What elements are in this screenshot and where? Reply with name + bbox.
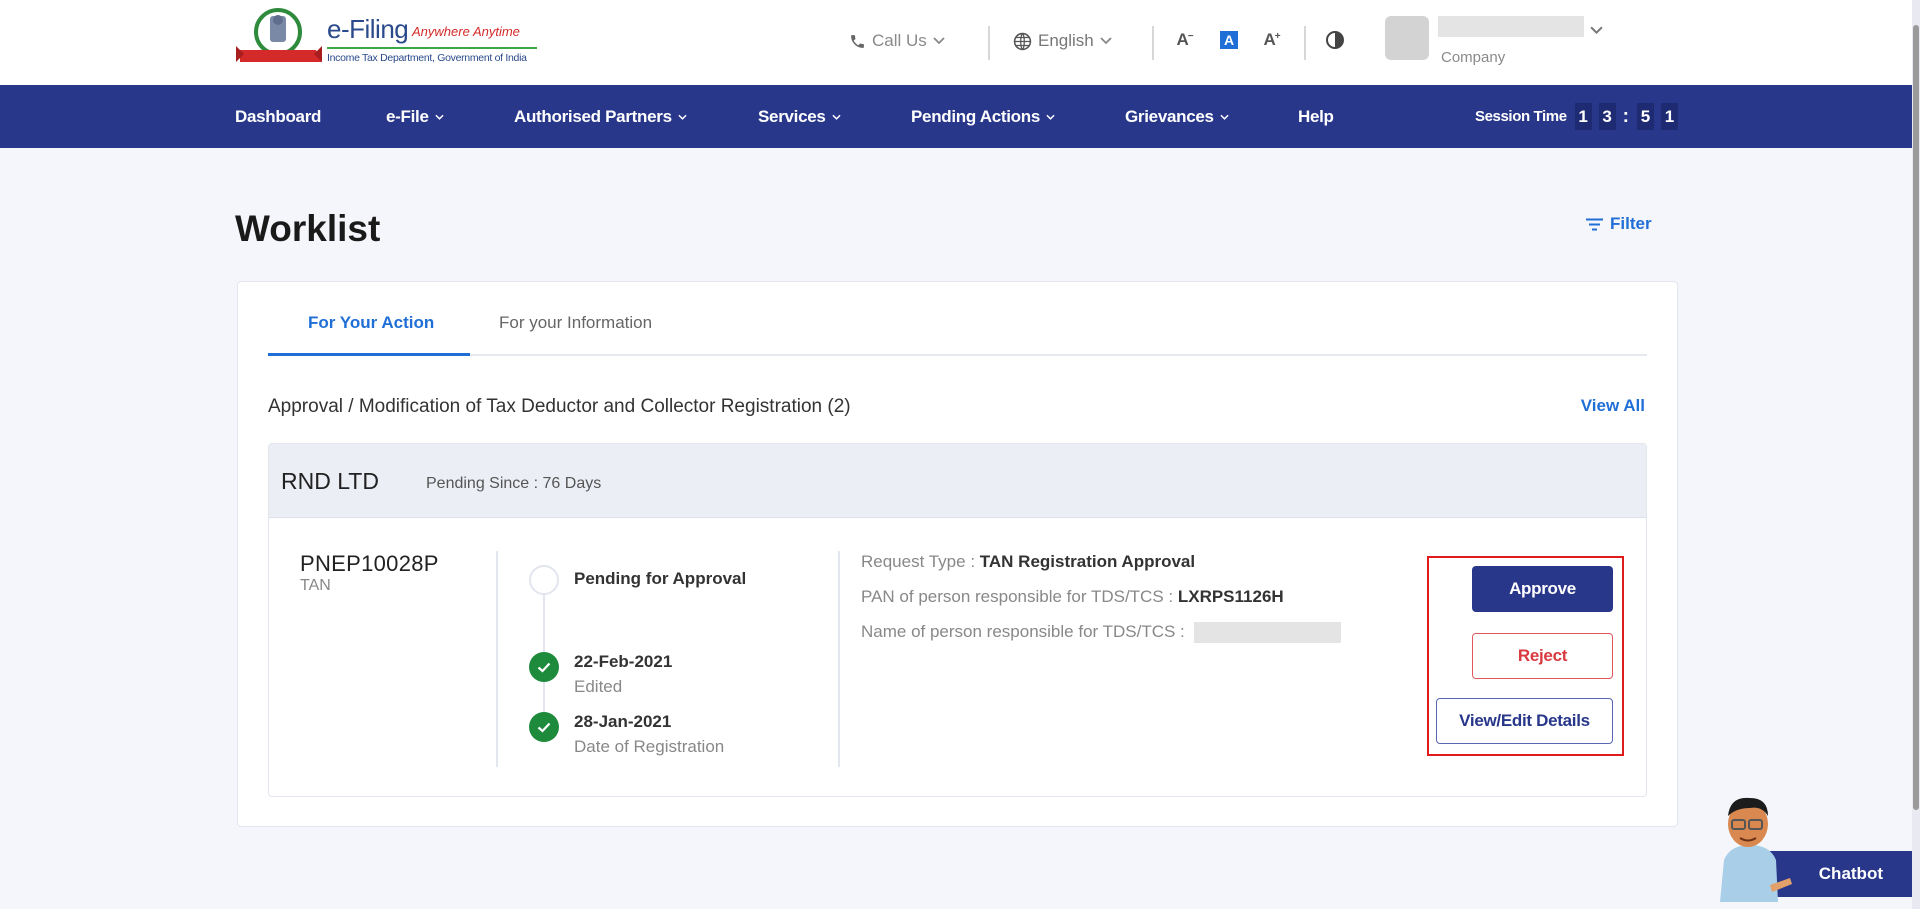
active-tab-indicator	[268, 353, 470, 356]
chevron-down-icon	[1220, 114, 1229, 120]
logo-subtitle: Income Tax Department, Government of Ind…	[327, 52, 527, 64]
contrast-icon[interactable]	[1325, 30, 1345, 50]
responsible-name-row: Name of person responsible for TDS/TCS :	[861, 622, 1341, 644]
tan-label: TAN	[300, 577, 331, 594]
entity-name: RND LTD	[281, 468, 379, 494]
increase-font-button[interactable]: A +	[1261, 29, 1283, 51]
nav-label: Authorised Partners	[514, 106, 672, 126]
view-all-link[interactable]: View All	[1581, 396, 1645, 416]
responsible-name-label: Name of person responsible for TDS/TCS :	[861, 622, 1190, 641]
logo-title: e-Filing	[327, 14, 409, 44]
header-divider	[988, 26, 990, 60]
tab-for-your-action[interactable]: For Your Action	[308, 313, 434, 333]
default-font-button[interactable]: A	[1220, 31, 1238, 49]
chevron-down-icon	[831, 114, 841, 120]
user-role: Company	[1441, 49, 1506, 66]
language-dropdown[interactable]: English	[1013, 28, 1112, 54]
check-circle-icon	[529, 712, 559, 742]
reject-button[interactable]: Reject	[1472, 633, 1613, 679]
header-divider	[1304, 26, 1306, 60]
nav-label: Pending Actions	[911, 106, 1040, 126]
nav-help[interactable]: Help	[1298, 85, 1334, 148]
nav-authorised-partners[interactable]: Authorised Partners	[514, 85, 687, 148]
filter-button[interactable]: Filter	[1586, 214, 1652, 234]
main-nav: Dashboard e-File Authorised Partners Ser…	[0, 85, 1912, 148]
font-default-label: A	[1223, 32, 1235, 48]
nav-label: Services	[758, 106, 826, 126]
globe-icon	[1013, 32, 1032, 51]
timeline-step-title: 22-Feb-2021	[574, 652, 673, 671]
efiling-logo[interactable]: e-Filing Anywhere Anytime Income Tax Dep…	[236, 6, 537, 68]
tab-for-your-information[interactable]: For your Information	[499, 313, 652, 333]
pan-label: PAN of person responsible for TDS/TCS :	[861, 587, 1178, 606]
nav-e-file[interactable]: e-File	[386, 85, 444, 148]
nav-label: e-File	[386, 106, 429, 126]
chatbot-avatar-icon[interactable]	[1710, 790, 1800, 902]
chatbot-label: Chatbot	[1818, 864, 1883, 883]
session-digit: 5	[1636, 103, 1654, 130]
nav-services[interactable]: Services	[758, 85, 841, 148]
chevron-down-icon	[1046, 114, 1055, 120]
chevron-down-icon	[678, 114, 687, 120]
column-divider	[838, 551, 840, 767]
nav-label: Grievances	[1125, 106, 1214, 126]
call-us-label: Call Us	[872, 31, 927, 50]
header-divider	[1152, 26, 1154, 60]
view-edit-details-button[interactable]: View/Edit Details	[1436, 698, 1613, 744]
timeline-step-title: 28-Jan-2021	[574, 712, 672, 731]
nav-grievances[interactable]: Grievances	[1125, 85, 1229, 148]
logo-divider	[327, 47, 537, 49]
language-label: English	[1038, 31, 1094, 50]
pending-since: Pending Since : 76 Days	[426, 475, 602, 492]
responsible-name-redacted	[1193, 622, 1341, 644]
chevron-down-icon	[1100, 37, 1112, 45]
pan-value: LXRPS1126H	[1177, 587, 1284, 606]
nav-label: Help	[1298, 106, 1334, 126]
decrease-font-button[interactable]: A −	[1174, 29, 1196, 51]
session-digit: 1	[1574, 103, 1592, 130]
user-avatar[interactable]	[1385, 16, 1429, 60]
nav-pending-actions[interactable]: Pending Actions	[911, 85, 1055, 148]
check-circle-icon	[529, 652, 559, 682]
worklist-tabs: For Your Action For your Information	[268, 282, 1647, 356]
session-timer: Session Time 1 3 : 5 1	[1475, 85, 1685, 148]
request-type-value: TAN Registration Approval	[979, 552, 1196, 571]
request-type-row: Request Type : TAN Registration Approval	[861, 552, 1195, 572]
chevron-down-icon	[435, 114, 444, 120]
session-digit: 3	[1598, 103, 1616, 130]
top-header: e-Filing Anywhere Anytime Income Tax Dep…	[0, 0, 1912, 85]
timeline-step-title: Pending for Approval	[574, 569, 747, 588]
user-menu-chevron-icon[interactable]	[1590, 22, 1603, 40]
chevron-down-icon	[933, 37, 945, 45]
user-name-redacted	[1438, 16, 1584, 37]
timeline-step-subtitle: Edited	[574, 677, 623, 696]
session-separator: :	[1622, 105, 1629, 127]
phone-icon	[849, 33, 866, 50]
timeline-pending-node	[529, 565, 559, 595]
nav-label: Dashboard	[235, 106, 322, 126]
worklist-item-header: RND LTD Pending Since : 76 Days	[269, 444, 1646, 518]
pan-row: PAN of person responsible for TDS/TCS : …	[861, 587, 1284, 607]
request-type-label: Request Type :	[861, 552, 980, 571]
column-divider	[496, 551, 498, 767]
page-title: Worklist	[235, 208, 381, 249]
timeline-step-subtitle: Date of Registration	[574, 737, 725, 756]
approve-button[interactable]: Approve	[1472, 566, 1613, 612]
session-digit: 1	[1660, 103, 1678, 130]
tan-id: PNEP10028P	[300, 551, 439, 576]
emblem-icon	[236, 8, 322, 62]
scrollbar-thumb[interactable]	[1913, 25, 1919, 810]
nav-dashboard[interactable]: Dashboard	[235, 85, 321, 148]
filter-label: Filter	[1610, 214, 1652, 233]
section-title: Approval / Modification of Tax Deductor …	[268, 396, 851, 417]
session-time-label: Session Time	[1475, 108, 1567, 125]
filter-icon	[1586, 218, 1603, 231]
call-us-dropdown[interactable]: Call Us	[849, 28, 945, 54]
logo-tagline: Anywhere Anytime	[412, 24, 520, 39]
page-scrollbar[interactable]	[1912, 0, 1920, 909]
